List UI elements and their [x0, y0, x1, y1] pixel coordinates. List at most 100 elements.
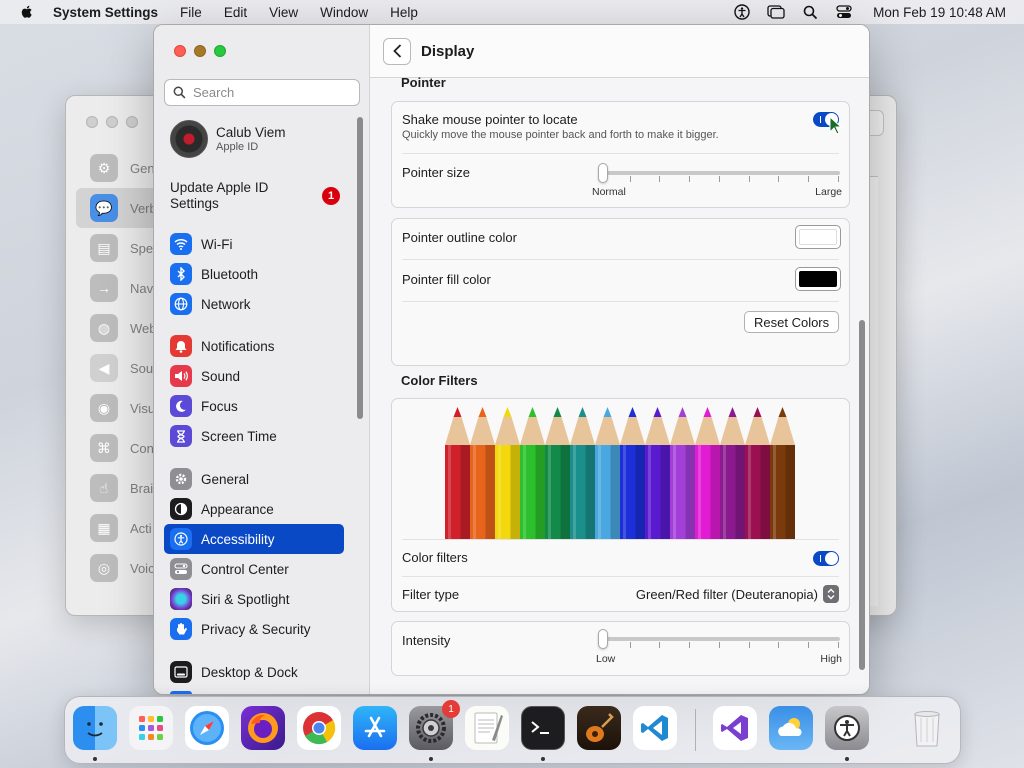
fill-color-swatch — [799, 271, 837, 287]
sidebar-item-privacy-security[interactable]: Privacy & Security — [164, 614, 344, 644]
menu-app-name[interactable]: System Settings — [53, 5, 158, 20]
dock-separator — [695, 709, 696, 751]
menu-edit[interactable]: Edit — [224, 5, 247, 20]
sidebar-item-desktop-dock[interactable]: Desktop & Dock — [164, 657, 344, 687]
sidebar-item-sound[interactable]: Sound — [164, 361, 344, 391]
spotlight-search-icon[interactable] — [801, 3, 819, 21]
pencil — [545, 407, 570, 539]
color-filters-toggle[interactable] — [813, 551, 839, 566]
gear-icon — [170, 468, 192, 490]
sidebar-item-bluetooth[interactable]: Bluetooth — [164, 259, 344, 289]
trash-dock-icon[interactable] — [905, 706, 949, 750]
divider — [402, 301, 839, 302]
sidebar-next-item-partial — [170, 691, 192, 694]
sidebar-group-general: General Appearance Accessibility Control… — [164, 464, 344, 644]
menubar-clock[interactable]: Mon Feb 19 10:48 AM — [873, 5, 1006, 20]
chrome-dock-icon[interactable] — [297, 706, 341, 750]
intensity-slider[interactable]: Low High — [596, 628, 842, 668]
dock-running-indicator — [845, 757, 849, 761]
content-pane: Display Pointer Shake mouse pointer to l… — [370, 25, 869, 694]
textedit-dock-icon[interactable] — [465, 706, 509, 750]
speech-bubble-icon: 💬 — [90, 194, 118, 222]
vscode-dock-icon[interactable] — [633, 706, 677, 750]
pointer-size-max-label: Large — [815, 186, 842, 198]
divider — [402, 153, 839, 154]
sidebar-item-notifications[interactable]: Notifications — [164, 331, 344, 361]
update-apple-id-settings[interactable]: Update Apple ID Settings 1 — [170, 180, 340, 212]
shake-pointer-label: Shake mouse pointer to locate — [402, 112, 578, 127]
sidebar-item-network[interactable]: Network — [164, 289, 344, 319]
pointer-size-slider[interactable]: Normal Large — [592, 162, 842, 200]
app-store-dock-icon[interactable] — [353, 706, 397, 750]
slider-tick — [689, 176, 690, 182]
sidebar-scrollbar[interactable] — [357, 117, 363, 419]
menu-view[interactable]: View — [269, 5, 298, 20]
pencil — [645, 407, 670, 539]
content-scrollbar[interactable] — [859, 320, 865, 670]
filter-type-value: Green/Red filter (Deuteranopia) — [635, 586, 818, 602]
reset-colors-button[interactable]: Reset Colors — [744, 311, 840, 333]
accessibility-inspector-dock-icon[interactable] — [825, 706, 869, 750]
search-icon — [173, 86, 186, 99]
menubar: System Settings File Edit View Window He… — [0, 0, 1024, 24]
bluetooth-icon — [170, 263, 192, 285]
bell-icon — [170, 335, 192, 357]
slider-tick — [838, 642, 839, 648]
pointer-color-group: Pointer outline color Pointer fill color… — [391, 218, 850, 366]
slider-tick — [630, 642, 631, 648]
update-apple-id-label: Update Apple ID Settings — [170, 180, 269, 211]
sidebar-item-siri-spotlight[interactable]: Siri & Spotlight — [164, 584, 344, 614]
accessibility-status-icon[interactable] — [733, 3, 751, 21]
control-center-icon — [170, 558, 192, 580]
intensity-max-label: High — [820, 653, 842, 665]
pointer-size-knob[interactable] — [598, 163, 608, 183]
color-filters-label: Color filters — [402, 550, 468, 565]
moon-icon — [170, 395, 192, 417]
sidebar-item-accessibility[interactable]: Accessibility — [164, 524, 344, 554]
globe-icon: ◍ — [90, 314, 118, 342]
apple-id-profile[interactable]: Calub Viem Apple ID — [170, 120, 286, 158]
pointer-fill-color-well[interactable] — [795, 267, 841, 291]
minimize-window-button[interactable] — [194, 45, 206, 57]
intensity-knob[interactable] — [598, 629, 608, 649]
sidebar-item-screen-time[interactable]: Screen Time — [164, 421, 344, 451]
background-window-controls — [86, 116, 138, 128]
safari-dock-icon[interactable] — [185, 706, 229, 750]
hand-icon: ☝ — [90, 474, 118, 502]
speaker-icon: ◀ — [90, 354, 118, 382]
back-button[interactable] — [383, 37, 411, 65]
chevron-left-icon — [392, 44, 401, 58]
search-field[interactable]: Search — [164, 79, 360, 106]
profile-subtitle: Apple ID — [216, 141, 259, 153]
slider-tick — [778, 176, 779, 182]
launchpad-dock-icon[interactable] — [129, 706, 173, 750]
color-filters-group: Color filters Filter type Green/Red filt… — [391, 398, 850, 612]
filter-type-popup[interactable]: Green/Red filter (Deuteranopia) — [636, 585, 839, 603]
control-center-status-icon[interactable] — [835, 3, 853, 21]
apple-menu-icon[interactable] — [19, 4, 35, 20]
menu-file[interactable]: File — [180, 5, 202, 20]
terminal-dock-icon[interactable] — [521, 706, 565, 750]
dock-icon — [170, 661, 192, 683]
menu-help[interactable]: Help — [390, 5, 418, 20]
color-pencils-preview — [445, 407, 795, 539]
weather-dock-icon[interactable] — [769, 706, 813, 750]
pointer-outline-label: Pointer outline color — [402, 230, 517, 245]
garageband-dock-icon[interactable] — [577, 706, 621, 750]
stage-manager-icon[interactable] — [767, 3, 785, 21]
firefox-dock-icon[interactable] — [241, 706, 285, 750]
finder-dock-icon[interactable] — [73, 706, 117, 750]
sidebar-item-appearance[interactable]: Appearance — [164, 494, 344, 524]
sidebar-item-wifi[interactable]: Wi-Fi — [164, 229, 344, 259]
sidebar-item-control-center[interactable]: Control Center — [164, 554, 344, 584]
zoom-window-button[interactable] — [214, 45, 226, 57]
sidebar-item-focus[interactable]: Focus — [164, 391, 344, 421]
close-window-button[interactable] — [174, 45, 186, 57]
slider-tick — [659, 176, 660, 182]
menu-window[interactable]: Window — [320, 5, 368, 20]
voiceover-icon: ◎ — [90, 554, 118, 582]
sidebar-item-general[interactable]: General — [164, 464, 344, 494]
pointer-size-label: Pointer size — [402, 165, 470, 180]
pointer-outline-color-well[interactable] — [795, 225, 841, 249]
visual-studio-dock-icon[interactable] — [713, 706, 757, 750]
